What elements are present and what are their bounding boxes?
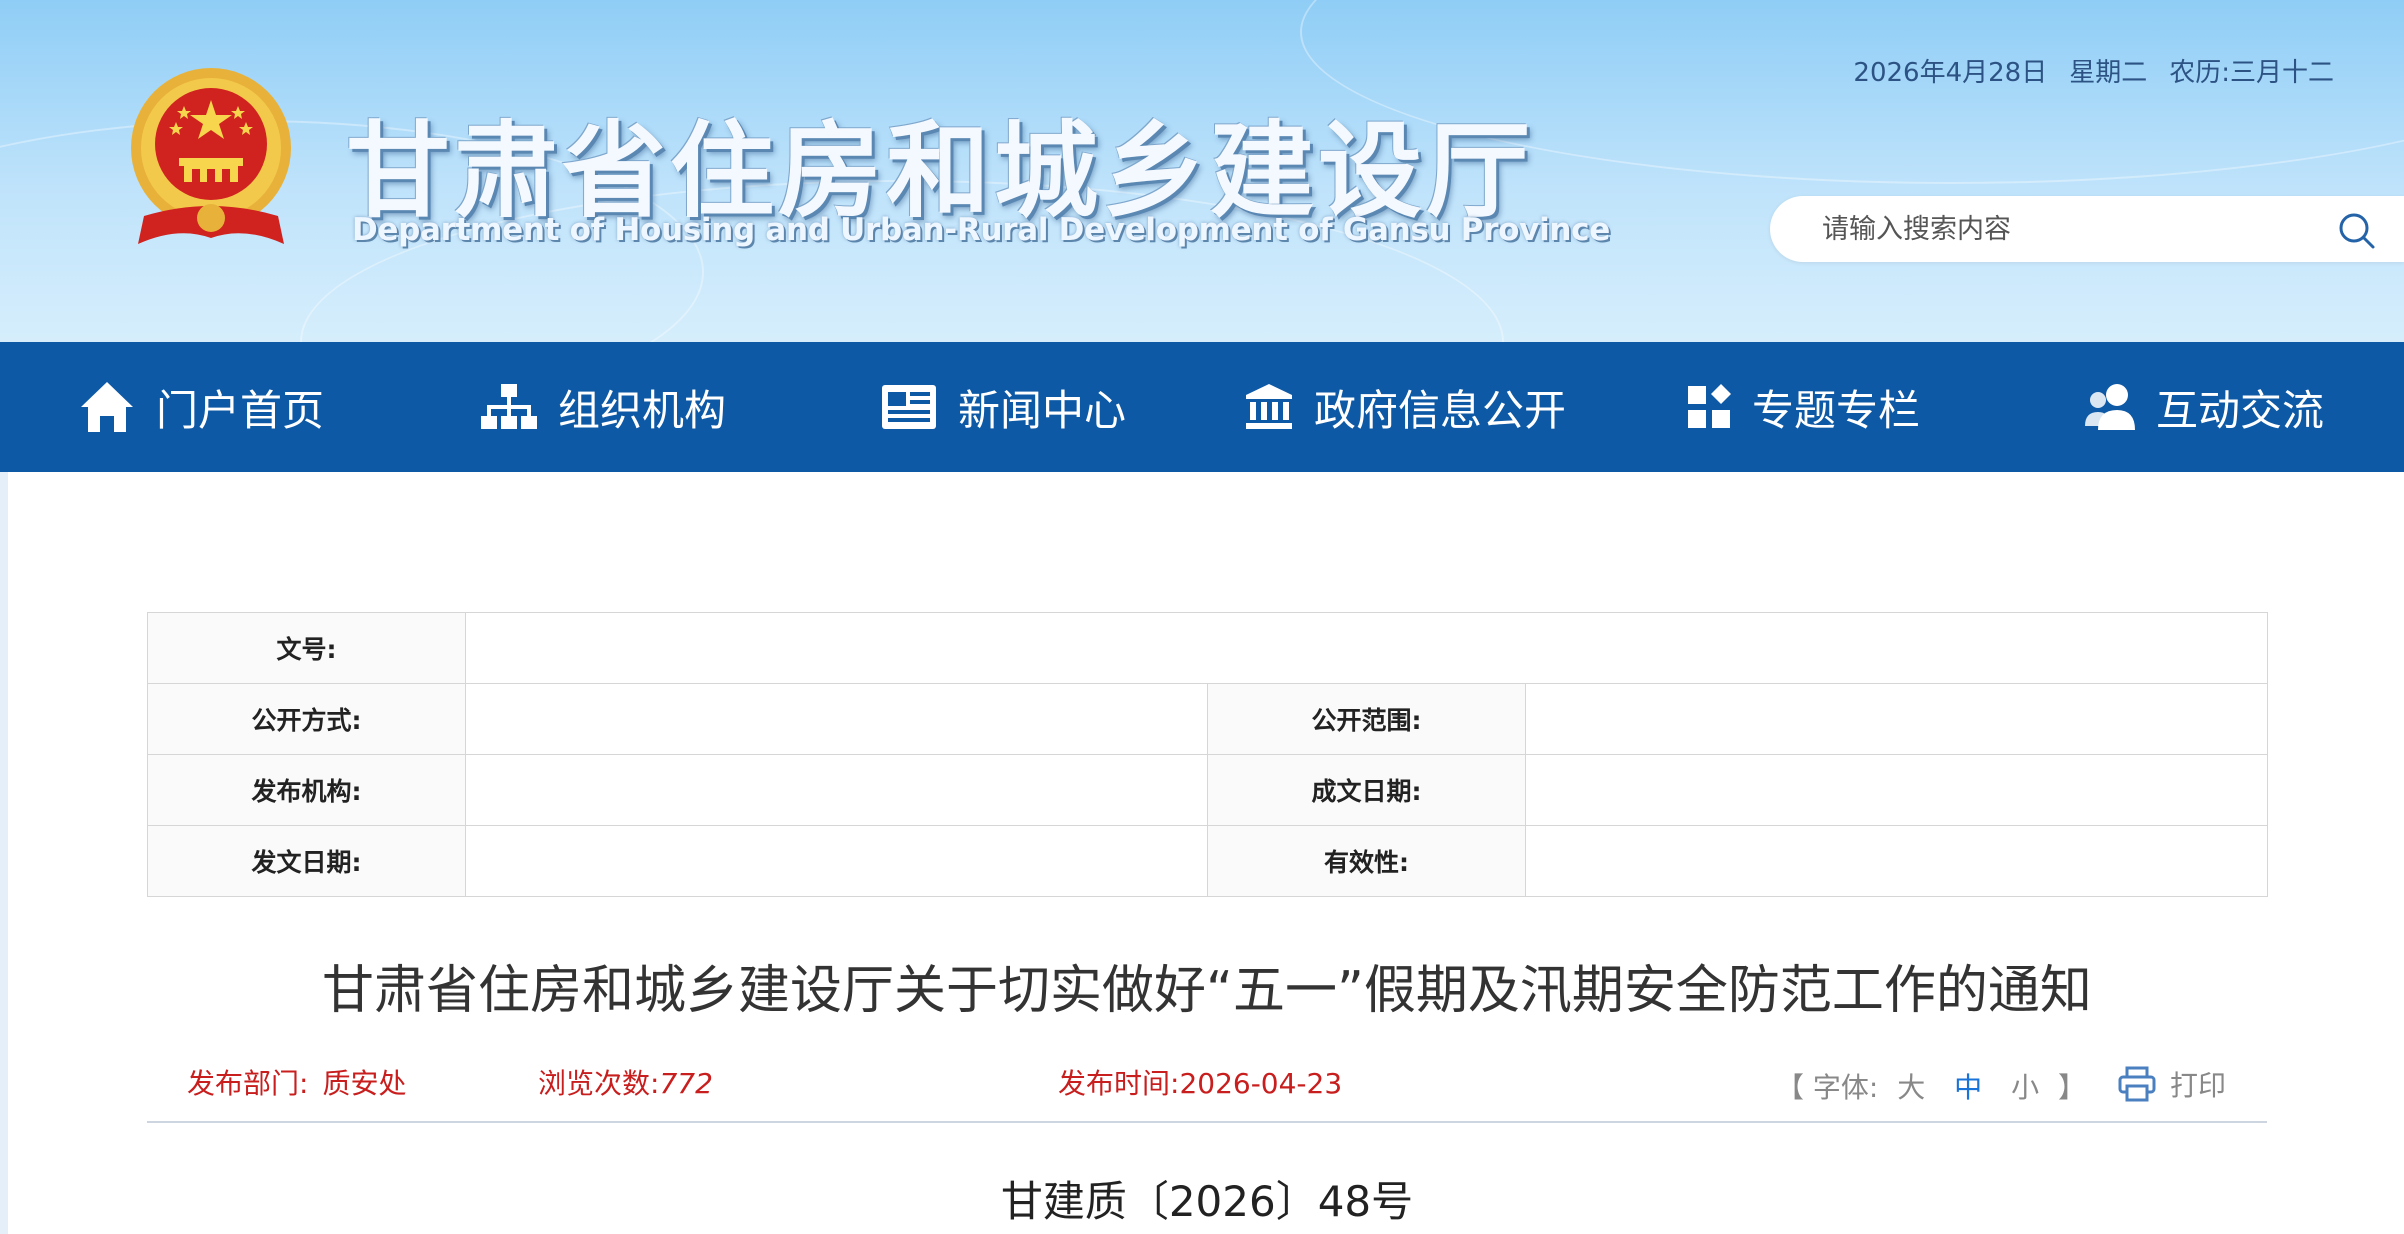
disclosure-method-value bbox=[465, 683, 1208, 755]
publish-time-meta: 发布时间:2026-04-23 bbox=[1058, 1062, 1342, 1102]
table-row: 发布机构: 成文日期: bbox=[147, 754, 2268, 826]
print-label: 打印 bbox=[2170, 1069, 2227, 1102]
disclosure-method-label: 公开方式: bbox=[147, 683, 466, 755]
validity-label: 有效性: bbox=[1207, 825, 1526, 897]
article-title: 甘肃省住房和城乡建设厅关于切实做好“五一”假期及汛期安全防范工作的通知 bbox=[322, 961, 2092, 1021]
department-value: 质安处 bbox=[322, 1067, 407, 1100]
issue-date-value bbox=[465, 825, 1208, 897]
issuer-label: 发布机构: bbox=[147, 754, 466, 826]
written-date-value bbox=[1525, 754, 2268, 826]
newspaper-icon bbox=[882, 385, 936, 429]
views-count: 772 bbox=[659, 1067, 713, 1100]
disclosure-scope-label: 公开范围: bbox=[1207, 683, 1526, 755]
publish-time-value: 2026-04-23 bbox=[1179, 1067, 1343, 1100]
nav-item-organization[interactable]: 组织机构 bbox=[480, 342, 726, 472]
grid-icon bbox=[1688, 384, 1731, 428]
font-size-small-button[interactable]: 小 bbox=[2011, 1071, 2039, 1104]
print-button[interactable]: 打印 bbox=[2118, 1064, 2226, 1104]
views-meta: 浏览次数:772 bbox=[538, 1062, 713, 1102]
nav-item-label: 组织机构 bbox=[558, 385, 727, 435]
written-date-label: 成文日期: bbox=[1207, 754, 1526, 826]
weekday: 星期二 bbox=[2069, 58, 2148, 88]
nav-item-label: 专题专栏 bbox=[1752, 385, 1921, 435]
lunar-date: 农历:三月十二 bbox=[2169, 58, 2334, 88]
document-number: 甘建质〔2026〕48号 bbox=[1000, 1177, 1414, 1226]
font-size-control: 【 字体: 大 中 小 】 bbox=[1776, 1066, 2086, 1106]
table-row: 公开方式: 公开范围: bbox=[147, 683, 2268, 755]
validity-value bbox=[1525, 825, 2268, 897]
nav-item-label: 互动交流 bbox=[2156, 385, 2325, 435]
department-label: 发布部门: bbox=[187, 1067, 309, 1100]
doc-number-label: 文号: bbox=[147, 612, 466, 684]
table-row: 文号: bbox=[147, 612, 2268, 684]
page-edge bbox=[0, 472, 8, 1234]
nav-item-interaction[interactable]: 互动交流 bbox=[2084, 342, 2324, 472]
current-date: 2026年4月28日 bbox=[1853, 58, 2048, 88]
search-input[interactable] bbox=[1820, 208, 2304, 250]
search-box bbox=[1770, 196, 2404, 262]
site-header: 甘肃省住房和城乡建设厅 Department of Housing and Ur… bbox=[0, 0, 2404, 342]
site-subtitle-en: Department of Housing and Urban-Rural De… bbox=[352, 212, 1610, 248]
date-line: 2026年4月28日 星期二 农历:三月十二 bbox=[1831, 52, 2334, 89]
nav-item-label: 新闻中心 bbox=[958, 385, 1127, 435]
government-building-icon bbox=[1246, 384, 1292, 429]
font-size-bracket: 】 bbox=[2058, 1071, 2087, 1104]
nav-item-label: 门户首页 bbox=[156, 385, 325, 435]
doc-number-value bbox=[465, 612, 2268, 684]
nav-item-label: 政府信息公开 bbox=[1314, 385, 1567, 435]
search-icon[interactable] bbox=[2336, 210, 2376, 250]
national-emblem-icon[interactable] bbox=[124, 66, 298, 252]
nav-item-gov-info[interactable]: 政府信息公开 bbox=[1244, 342, 1566, 472]
nav-item-news[interactable]: 新闻中心 bbox=[880, 342, 1126, 472]
disclosure-scope-value bbox=[1525, 683, 2268, 755]
divider bbox=[147, 1121, 2267, 1123]
font-size-large-button[interactable]: 大 bbox=[1897, 1071, 1925, 1104]
font-size-label: 【 字体: bbox=[1776, 1071, 1879, 1104]
issue-date-label: 发文日期: bbox=[147, 825, 466, 897]
main-nav: 门户首页 组织机构 新闻中心 政府信息公开 专题专栏 互动交流 bbox=[0, 342, 2404, 472]
table-row: 发文日期: 有效性: bbox=[147, 825, 2268, 897]
department-meta: 发布部门: 质安处 bbox=[187, 1062, 406, 1102]
nav-item-home[interactable]: 门户首页 bbox=[78, 342, 324, 472]
home-icon bbox=[81, 382, 133, 432]
users-icon bbox=[2085, 384, 2135, 430]
publish-time-label: 发布时间: bbox=[1058, 1067, 1180, 1100]
views-label: 浏览次数: bbox=[538, 1067, 660, 1100]
printer-icon bbox=[2118, 1066, 2156, 1102]
org-chart-icon bbox=[481, 384, 537, 429]
issuer-value bbox=[465, 754, 1208, 826]
font-size-medium-button[interactable]: 中 bbox=[1954, 1071, 1982, 1104]
document-info-table: 文号: 公开方式: 公开范围: 发布机构: 成文日期: 发文日期: 有效性: bbox=[147, 612, 2268, 897]
nav-item-topics[interactable]: 专题专栏 bbox=[1686, 342, 1920, 472]
